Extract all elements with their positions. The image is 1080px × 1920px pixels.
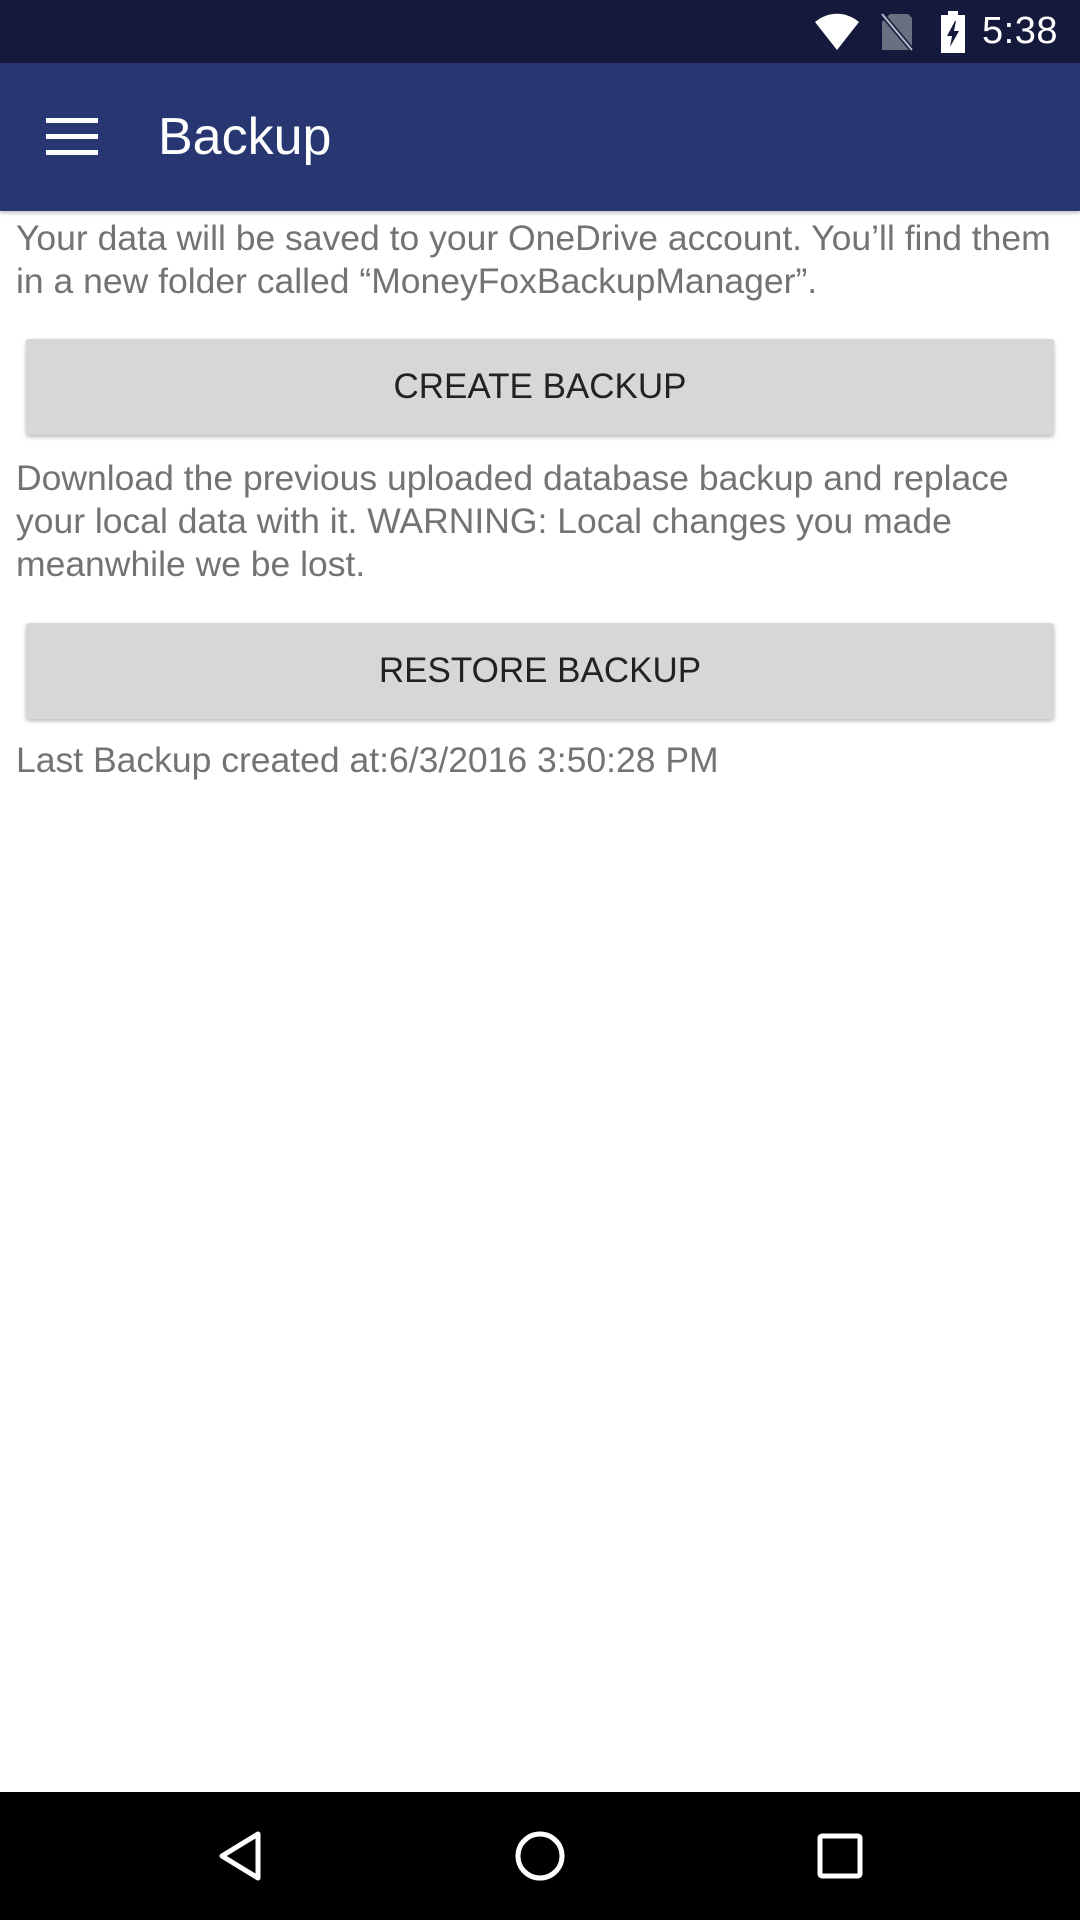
home-button[interactable] xyxy=(470,1792,610,1920)
menu-button[interactable] xyxy=(24,89,120,185)
home-icon xyxy=(515,1831,565,1881)
page-title: Backup xyxy=(158,108,332,166)
backup-description: Your data will be saved to your OneDrive… xyxy=(16,218,1051,301)
recents-icon xyxy=(817,1833,863,1879)
last-backup-text: Last Backup created at:6/3/2016 3:50:28 … xyxy=(16,740,719,780)
status-time: 5:38 xyxy=(982,10,1058,52)
create-backup-button[interactable]: CREATE BACKUP xyxy=(26,339,1054,435)
battery-charging-icon xyxy=(940,10,966,53)
restore-description: Download the previous uploaded database … xyxy=(16,458,1009,584)
recents-button[interactable] xyxy=(770,1792,910,1920)
navigation-bar xyxy=(0,1792,1080,1920)
status-bar: 5:38 xyxy=(0,0,1080,63)
back-button[interactable] xyxy=(170,1792,310,1920)
no-sim-icon xyxy=(880,11,914,52)
wifi-icon xyxy=(814,13,860,51)
status-icons: 5:38 xyxy=(814,0,1058,63)
restore-backup-button[interactable]: RESTORE BACKUP xyxy=(26,623,1054,719)
menu-icon xyxy=(46,118,98,155)
app-bar: Backup xyxy=(0,63,1080,211)
back-icon xyxy=(219,1831,261,1881)
